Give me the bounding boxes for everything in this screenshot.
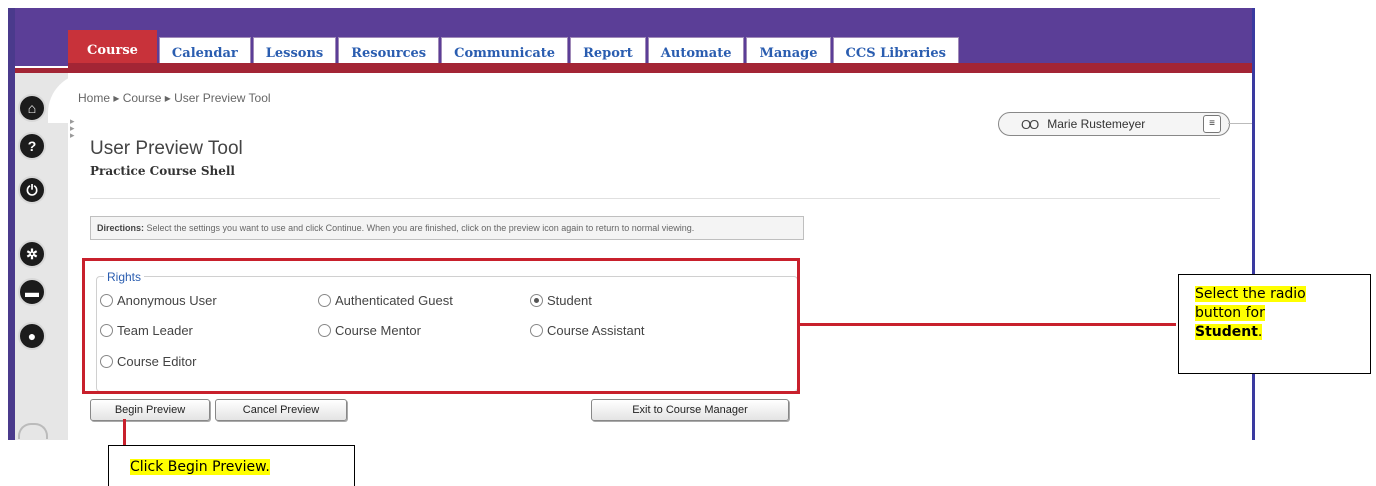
breadcrumb: Home ▸ Course ▸ User Preview Tool	[78, 91, 271, 105]
callout-connector-begin	[123, 419, 126, 446]
callout-line: Click Begin Preview.	[130, 459, 270, 475]
folder-icon[interactable]: ▬	[18, 278, 46, 306]
more-icon[interactable]	[18, 423, 48, 439]
directions-box: Directions: Select the settings you want…	[90, 216, 804, 240]
menu-icon[interactable]: ≡	[1203, 115, 1221, 133]
help-icon[interactable]: ?	[18, 132, 46, 160]
sidebar-collapse-handle[interactable]: ▸ ▸ ▸	[70, 117, 75, 140]
glasses-icon: OO	[1021, 116, 1039, 132]
directions-label: Directions:	[97, 223, 145, 233]
callout-begin-preview: Click Begin Preview.	[108, 445, 355, 486]
cancel-preview-button[interactable]: Cancel Preview	[215, 399, 347, 421]
exit-to-course-manager-button[interactable]: Exit to Course Manager	[591, 399, 789, 421]
profile-icon[interactable]: ●	[18, 322, 46, 350]
callout-connector-student	[799, 323, 1176, 326]
callout-period: .	[1257, 324, 1263, 340]
divider	[90, 198, 1220, 199]
callout-line: button for	[1195, 305, 1265, 321]
power-icon[interactable]: ⏻	[18, 176, 46, 204]
directions-text: Select the settings you want to use and …	[144, 223, 695, 233]
begin-preview-button[interactable]: Begin Preview	[90, 399, 210, 421]
user-menu[interactable]: OO Marie Rustemeyer ≡	[998, 112, 1230, 136]
window-edge-left	[8, 8, 15, 440]
callout-student: Select the radio button for Student.	[1178, 274, 1371, 374]
home-icon[interactable]: ⌂	[18, 94, 46, 122]
divider	[1228, 123, 1255, 124]
window-edge-right	[1252, 8, 1255, 440]
gear-icon[interactable]: ✲	[18, 240, 46, 268]
page-subtitle: Practice Course Shell	[90, 164, 235, 178]
user-name: Marie Rustemeyer	[1047, 117, 1146, 131]
page-title: User Preview Tool	[90, 138, 243, 159]
rights-highlight-box	[82, 258, 800, 394]
callout-emphasis: Student	[1195, 324, 1258, 340]
callout-line: Select the radio	[1195, 286, 1306, 302]
tab-underline	[68, 63, 1255, 73]
